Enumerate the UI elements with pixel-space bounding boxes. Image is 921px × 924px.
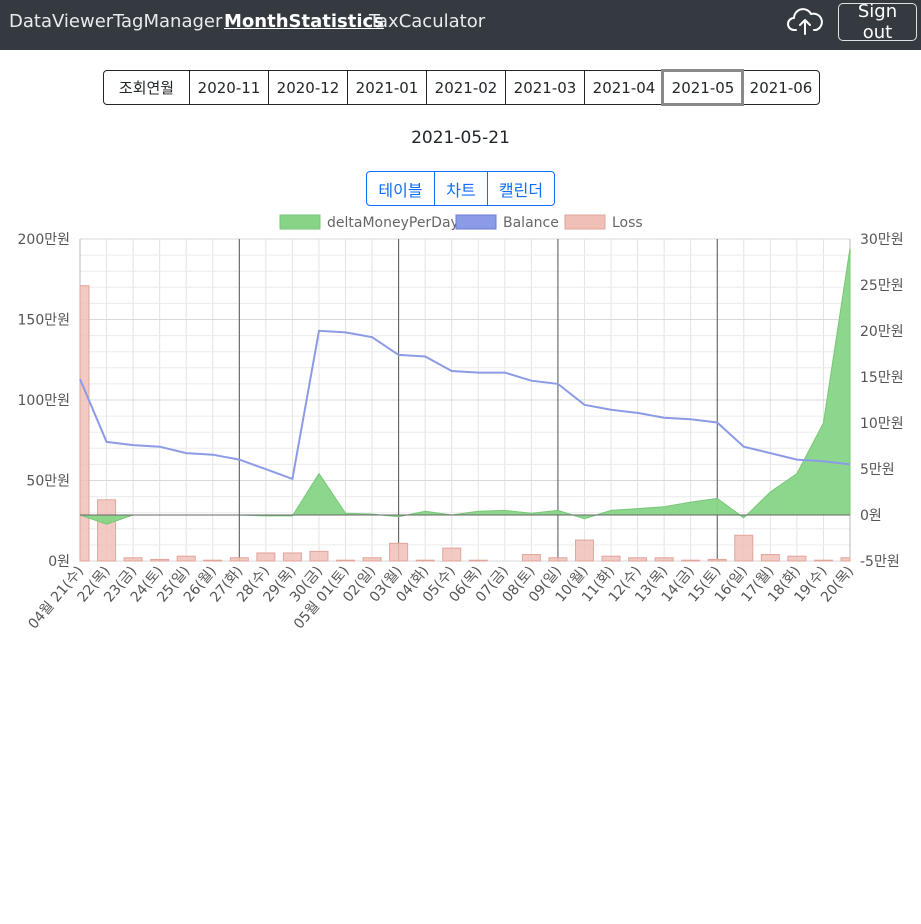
left-tick-label: 0원 xyxy=(48,554,70,570)
loss-bar xyxy=(203,559,223,562)
loss-bar xyxy=(574,539,594,562)
month-option-2021-05[interactable]: 2021-05 xyxy=(661,69,744,106)
loss-bar xyxy=(97,499,117,562)
right-tick-label: 5만원 xyxy=(860,462,895,478)
legend-label: Loss xyxy=(612,215,643,231)
view-mode-tabs: 테이블 차트 캘린더 xyxy=(366,171,555,206)
right-tick-label: 20만원 xyxy=(860,324,904,340)
loss-bar xyxy=(415,559,435,562)
month-selector-label: 조회연월 xyxy=(118,79,175,97)
nav-link-monthstatistics[interactable]: MonthStatistics xyxy=(224,11,384,32)
right-tick-label: -5만원 xyxy=(860,554,900,570)
loss-bar xyxy=(707,558,727,562)
legend-swatch xyxy=(564,214,606,230)
loss-bar xyxy=(362,557,382,562)
month-selector: 조회연월 2020-11 2020-12 2021-01 2021-02 202… xyxy=(103,69,820,106)
cloud-upload-icon[interactable] xyxy=(787,6,823,40)
right-tick-label: 0원 xyxy=(860,508,882,524)
loss-bar xyxy=(521,554,541,562)
top-navbar: DataViewer TagManager MonthStatistics Ta… xyxy=(0,0,921,50)
month-option-2021-03[interactable]: 2021-03 xyxy=(505,71,584,104)
month-statistics-chart: 0원 50만원 100만원 150만원 200만원 -5만원 0원 5만원 10만원 15만원 20… xyxy=(18,214,904,628)
legend-label: Balance xyxy=(503,215,559,231)
loss-bar xyxy=(442,547,462,562)
loss-bar xyxy=(787,555,807,562)
loss-bar xyxy=(813,559,833,562)
selected-date-title: 2021-05-21 xyxy=(411,128,510,148)
nav-link-tagmanager[interactable]: TagManager xyxy=(113,11,222,32)
loss-bar xyxy=(548,557,568,562)
right-tick-label: 10만원 xyxy=(860,416,904,432)
right-tick-label: 15만원 xyxy=(860,370,904,386)
tab-chart[interactable]: 차트 xyxy=(434,172,487,205)
left-tick-label: 150만원 xyxy=(18,313,70,329)
loss-bar xyxy=(336,559,356,562)
loss-bar xyxy=(628,557,648,562)
loss-bar xyxy=(654,557,674,562)
month-option-2021-02[interactable]: 2021-02 xyxy=(426,71,505,104)
loss-bar xyxy=(79,285,90,562)
loss-bar xyxy=(229,557,249,562)
loss-bar xyxy=(760,554,780,562)
left-tick-label: 100만원 xyxy=(18,393,70,409)
nav-link-taxcaculator[interactable]: TaxCaculator xyxy=(369,11,485,32)
loss-bar xyxy=(123,557,143,562)
loss-bar xyxy=(601,555,621,562)
month-option-2021-01[interactable]: 2021-01 xyxy=(347,71,426,104)
loss-bar xyxy=(734,534,754,562)
loss-bar xyxy=(681,559,701,562)
month-option-2020-11[interactable]: 2020-11 xyxy=(189,71,268,104)
legend-swatch xyxy=(455,214,497,230)
month-option-2021-04[interactable]: 2021-04 xyxy=(584,71,663,104)
tab-calendar[interactable]: 캘린더 xyxy=(487,172,554,205)
loss-bar xyxy=(309,550,329,562)
loss-bar xyxy=(150,558,170,562)
left-tick-label: 50만원 xyxy=(26,474,70,490)
nav-link-dataviewer[interactable]: DataViewer xyxy=(9,11,113,32)
left-tick-label: 200만원 xyxy=(18,232,70,248)
loss-bar xyxy=(468,559,488,562)
legend-swatch xyxy=(279,214,321,230)
balance-line xyxy=(79,329,851,481)
loss-bar xyxy=(176,555,196,562)
signout-button[interactable]: Sign out xyxy=(838,1,917,43)
loss-bar xyxy=(840,557,851,562)
right-tick-label: 25만원 xyxy=(860,278,904,294)
right-tick-label: 30만원 xyxy=(860,232,904,248)
delta-area xyxy=(79,248,851,525)
loss-bar xyxy=(282,552,302,562)
loss-bar xyxy=(389,542,409,562)
tab-table[interactable]: 테이블 xyxy=(367,172,434,205)
legend-label: deltaMoneyPerDay xyxy=(327,215,459,231)
month-option-2021-06[interactable]: 2021-06 xyxy=(742,71,819,104)
loss-bar xyxy=(256,552,276,562)
month-option-2020-12[interactable]: 2020-12 xyxy=(268,71,347,104)
